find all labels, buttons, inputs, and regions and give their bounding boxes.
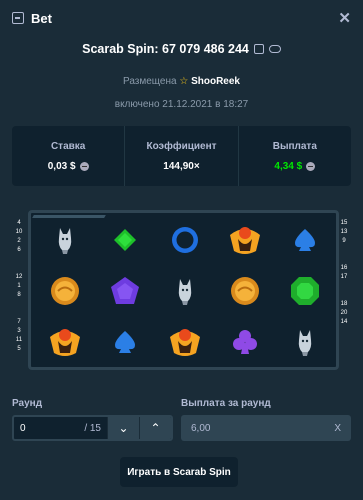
club-purple-icon [217,318,273,366]
scarab-icon [37,318,93,366]
modal-header: Bet ✕ [0,0,363,36]
stat-payout: Выплата 4,34 $ [272,140,317,172]
coin-icon [37,267,93,315]
paylines-left: 4 10 2 6 12 1 8 7 3 11 5 [15,220,23,352]
round-selector: 0 / 15 ⌄ ⌃ [12,415,173,441]
bet-modal: Bet ✕ Scarab Spin: 67 079 486 244 Размещ… [0,0,363,487]
chevron-down-icon[interactable]: ⌄ [107,417,139,439]
diamond-green-icon [97,216,153,264]
star-icon: ☆ [179,76,189,87]
bet-date: включено 21.12.2021 в 18:27 [114,99,249,110]
stats-panel: Ставка 0,03 $ Коэффициент 144,90× Выплат… [12,126,351,186]
spade-blue-icon [97,318,153,366]
play-scarab-spin-button[interactable]: Играть в Scarab Spin [120,457,238,487]
placed-by: Размещена ☆ ShooReek [122,76,240,87]
currency-icon [79,161,89,171]
spade-blue-icon [277,216,333,264]
round-input[interactable]: 0 / 15 [14,417,107,439]
username-link[interactable]: ShooReek [191,76,240,87]
pentagon-purple-icon [97,267,153,315]
bet-title: Scarab Spin: 67 079 486 244 [82,42,249,56]
paylines-right: 15 13 9 16 17 18 20 14 [340,220,348,325]
stat-bet: Ставка 0,03 $ [12,126,126,186]
round-label: Раунд [12,398,43,409]
bet-title-row: Scarab Spin: 67 079 486 244 [0,42,363,56]
wolf-icon [277,318,333,366]
link-icon[interactable] [268,45,281,53]
bet-form: Раунд Выплата за раунд 0 / 15 ⌄ ⌃ 6,00 X [12,398,351,441]
ring-blue-icon [157,216,213,264]
slot-game: 4 10 2 6 12 1 8 7 3 11 5 15 13 9 16 17 18 20 14 [12,204,351,370]
bet-icon [12,12,24,24]
modal-title: Bet [31,10,52,26]
chevron-up-icon[interactable]: ⌃ [139,417,171,439]
coin-icon [217,267,273,315]
round-payout-field: 6,00 X [181,415,351,441]
scarab-icon [157,318,213,366]
copy-icon[interactable] [253,44,264,54]
currency-icon [306,161,316,171]
wolf-icon [37,216,93,264]
slot-board [28,210,339,370]
clear-icon: X [334,422,341,434]
payout-label: Выплата за раунд [181,398,271,409]
scarab-icon [217,216,273,264]
stat-multiplier: Коэффициент 144,90× [125,126,239,186]
emerald-green-icon [277,267,333,315]
wolf-icon [157,267,213,315]
close-icon[interactable]: ✕ [338,9,351,27]
